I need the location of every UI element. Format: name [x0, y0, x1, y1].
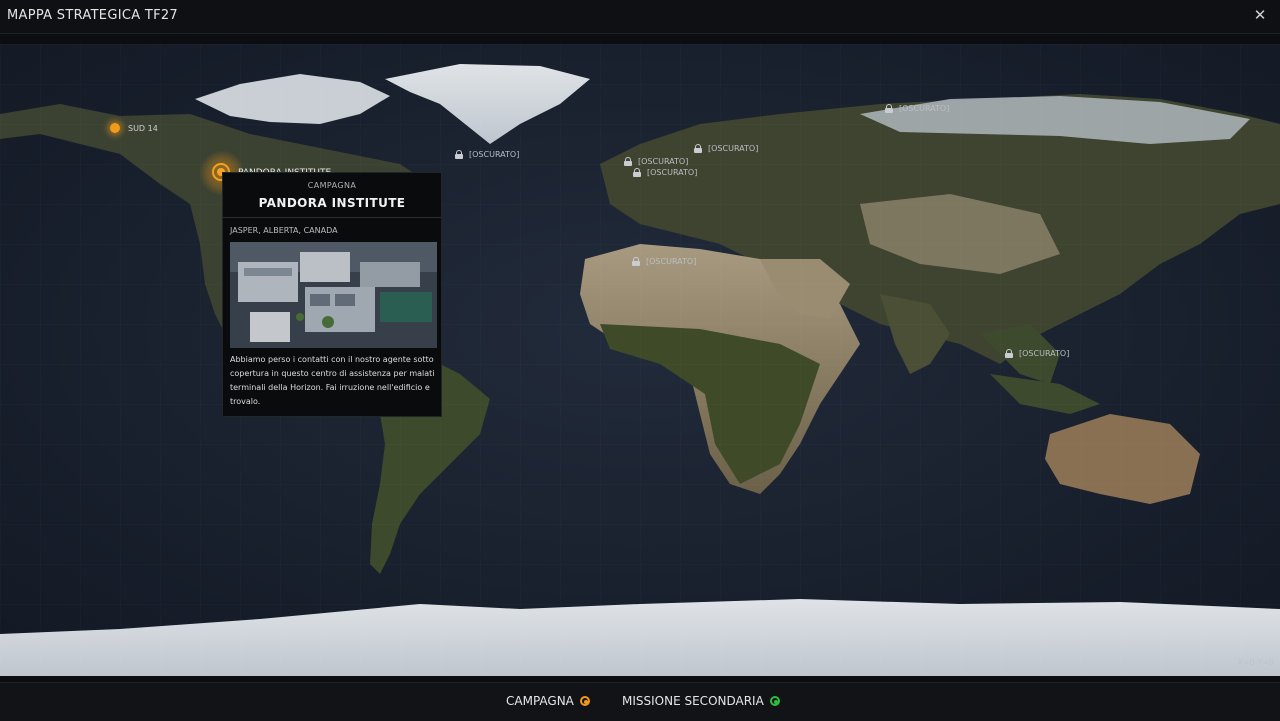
lock-icon — [632, 257, 640, 266]
locked-marker-label: [OSCURATO] — [1019, 349, 1070, 358]
locked-marker[interactable]: [OSCURATO] — [632, 257, 696, 266]
legend-bar: CAMPAGNA MISSIONE SECONDARIA — [0, 682, 1280, 721]
map-pin-sud14-label: SUD 14 — [128, 124, 158, 133]
map-pin-sud14[interactable] — [110, 123, 120, 133]
popup-location: JASPER, ALBERTA, CANADA — [230, 226, 338, 235]
locked-marker[interactable]: [OSCURATO] — [455, 150, 519, 159]
legend-missione-secondaria-label: MISSIONE SECONDARIA — [622, 694, 764, 708]
lock-icon — [624, 157, 632, 166]
window-title: MAPPA STRATEGICA TF27 — [7, 8, 178, 23]
legend-missione-secondaria[interactable]: MISSIONE SECONDARIA — [622, 694, 780, 708]
mission-popup[interactable]: CAMPAGNA PANDORA INSTITUTE JASPER, ALBER… — [222, 172, 442, 417]
popup-description: Abbiamo perso i contatti con il nostro a… — [230, 355, 435, 406]
lock-icon — [633, 168, 641, 177]
lock-icon — [455, 150, 463, 159]
close-icon[interactable]: ✕ — [1252, 7, 1268, 23]
locked-marker-label: [OSCURATO] — [899, 104, 950, 113]
mission-preview-image — [230, 242, 437, 348]
lock-icon — [694, 144, 702, 153]
locked-marker-label: [OSCURATO] — [638, 157, 689, 166]
legend-campagna-label: CAMPAGNA — [506, 694, 574, 708]
lock-icon — [1005, 349, 1013, 358]
locked-marker[interactable]: [OSCURATO] — [885, 104, 949, 113]
coordinates-readout: X=0 Y=0 — [1237, 658, 1275, 667]
popup-divider — [223, 217, 441, 218]
orange-target-icon — [579, 695, 590, 706]
locked-marker[interactable]: [OSCURATO] — [1005, 349, 1069, 358]
title-bar: MAPPA STRATEGICA TF27 ✕ — [0, 0, 1280, 34]
green-target-icon — [769, 695, 780, 706]
popup-kicker: CAMPAGNA — [307, 181, 357, 190]
locked-marker-label: [OSCURATO] — [469, 150, 520, 159]
legend-campagna[interactable]: CAMPAGNA — [506, 694, 590, 708]
world-map[interactable]: SUD 14 PANDORA INSTITUTE [OSCURATO] [OSC… — [0, 44, 1280, 676]
locked-marker-label: [OSCURATO] — [646, 257, 697, 266]
lock-icon — [885, 104, 893, 113]
locked-marker[interactable]: [OSCURATO] — [694, 144, 758, 153]
world-map-graphic — [0, 44, 1280, 676]
locked-marker-label: [OSCURATO] — [708, 144, 759, 153]
locked-marker-label: [OSCURATO] — [647, 168, 698, 177]
popup-title: PANDORA INSTITUTE — [258, 196, 406, 210]
locked-marker[interactable]: [OSCURATO] — [633, 168, 697, 177]
locked-marker[interactable]: [OSCURATO] — [624, 157, 688, 166]
